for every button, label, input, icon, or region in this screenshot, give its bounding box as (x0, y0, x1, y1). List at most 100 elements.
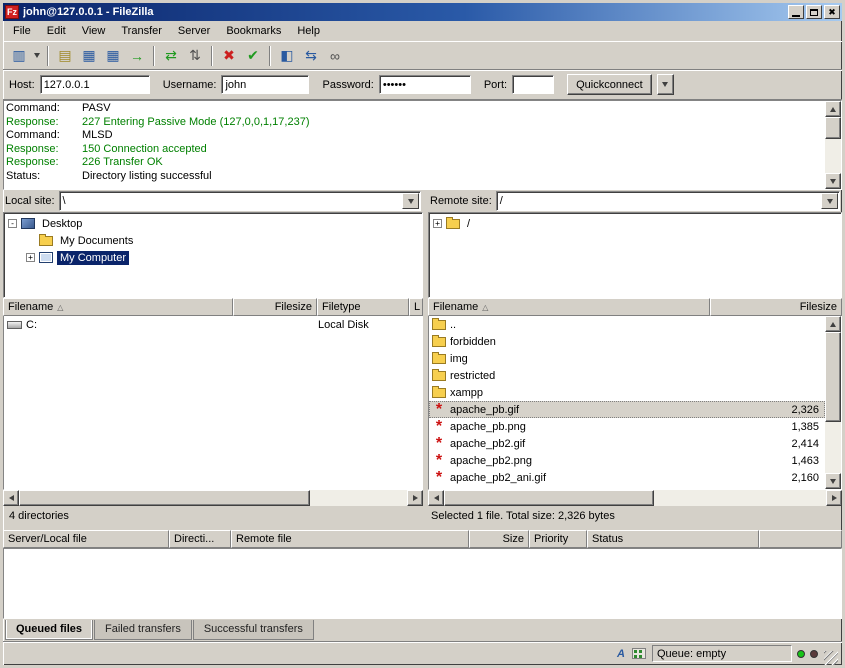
menu-file[interactable]: File (5, 22, 39, 40)
minimize-button[interactable] (788, 5, 804, 19)
menu-view[interactable]: View (74, 22, 114, 40)
menu-server[interactable]: Server (170, 22, 218, 40)
local-status-text: 4 directories (3, 510, 423, 522)
scroll-down-button[interactable] (825, 473, 841, 489)
table-row[interactable]: .. (429, 316, 825, 333)
table-row[interactable]: xampp (429, 384, 825, 401)
password-input[interactable] (379, 75, 471, 94)
find-files-icon[interactable]: ∞ (324, 45, 346, 67)
filename-cell: xampp (450, 387, 729, 399)
cancel-icon[interactable]: ✖ (218, 45, 240, 67)
port-input[interactable] (512, 75, 554, 94)
menu-bar: File Edit View Transfer Server Bookmarks… (3, 21, 842, 42)
filesize-cell: 2,414 (729, 438, 825, 450)
tree-item-my-documents[interactable]: My Documents (4, 232, 422, 249)
tree-expander[interactable]: + (26, 253, 35, 262)
combo-dropdown-button[interactable] (402, 193, 419, 209)
column-header-direction[interactable]: Directi... (169, 530, 231, 548)
table-row[interactable]: * apache_pb2.gif 2,414 (429, 435, 825, 452)
filter-icon[interactable]: ✔ (242, 45, 264, 67)
maximize-button[interactable] (806, 5, 822, 19)
scroll-thumb[interactable] (825, 332, 841, 422)
directory-comparison-icon[interactable]: ◧ (276, 45, 298, 67)
remote-horizontal-scrollbar[interactable] (428, 490, 842, 506)
table-row-selected[interactable]: * apache_pb.gif 2,326 (429, 401, 825, 418)
titlebar[interactable]: Fz john@127.0.0.1 - FileZilla ✖ (3, 3, 842, 21)
menu-transfer[interactable]: Transfer (113, 22, 170, 40)
menu-bookmarks[interactable]: Bookmarks (218, 22, 289, 40)
refresh-icon[interactable]: ⇄ (160, 45, 182, 67)
toggle-message-log-icon[interactable]: ▤ (54, 45, 76, 67)
scroll-left-button[interactable] (3, 490, 19, 506)
transfer-queue-list[interactable] (3, 548, 842, 619)
tree-expander[interactable]: - (8, 219, 17, 228)
remote-site-combobox[interactable]: / (496, 191, 840, 211)
host-input[interactable] (40, 75, 150, 94)
log-scrollbar[interactable] (825, 101, 841, 189)
scroll-up-button[interactable] (825, 101, 841, 117)
local-site-combobox[interactable]: \ (59, 191, 421, 211)
column-header-priority[interactable]: Priority (529, 530, 587, 548)
scroll-down-button[interactable] (825, 173, 841, 189)
table-row[interactable]: C: Local Disk (4, 316, 422, 333)
chevron-down-icon (34, 53, 40, 58)
table-row[interactable]: img (429, 350, 825, 367)
table-row[interactable]: forbidden (429, 333, 825, 350)
menu-edit[interactable]: Edit (39, 22, 74, 40)
table-row[interactable]: restricted (429, 367, 825, 384)
scroll-right-button[interactable] (826, 490, 842, 506)
tab-queued-files[interactable]: Queued files (5, 620, 93, 640)
toggle-queue-icon[interactable]: → (126, 45, 148, 67)
sync-browsing-icon[interactable]: ⇆ (300, 45, 322, 67)
scroll-up-button[interactable] (825, 316, 841, 332)
scroll-thumb[interactable] (444, 490, 654, 506)
maximize-icon (810, 9, 818, 16)
column-header-filename[interactable]: Filename△ (428, 298, 710, 316)
column-header-filesize[interactable]: Filesize (233, 298, 317, 316)
close-button[interactable]: ✖ (824, 5, 840, 19)
scroll-thumb[interactable] (825, 117, 841, 139)
toggle-local-tree-icon[interactable]: ▦ (78, 45, 100, 67)
site-manager-dropdown[interactable] (31, 45, 43, 67)
tree-item-desktop[interactable]: - Desktop (4, 215, 422, 232)
table-row[interactable]: * apache_pb2_ani.gif 2,160 (429, 469, 825, 486)
tree-item-label[interactable]: My Documents (57, 234, 136, 248)
filename-cell: apache_pb2.png (450, 455, 729, 467)
resize-grip[interactable] (824, 651, 838, 665)
username-input[interactable] (221, 75, 309, 94)
column-header-remote-file[interactable]: Remote file (231, 530, 469, 548)
arrow-right-icon (832, 495, 837, 501)
column-header-filetype[interactable]: Filetype (317, 298, 409, 316)
quickconnect-dropdown-button[interactable] (657, 74, 674, 95)
quickconnect-bar: Host: Username: Password: Port: Quickcon… (3, 70, 842, 100)
scroll-left-button[interactable] (428, 490, 444, 506)
tree-item-root[interactable]: + / (429, 215, 841, 232)
column-header-last-modified[interactable]: L (409, 298, 423, 316)
process-queue-icon[interactable]: ⇅ (184, 45, 206, 67)
table-row[interactable]: * apache_pb.png 1,385 (429, 418, 825, 435)
menu-help[interactable]: Help (289, 22, 328, 40)
local-horizontal-scrollbar[interactable] (3, 490, 423, 506)
tree-item-label[interactable]: Desktop (39, 217, 85, 231)
column-header-filename[interactable]: Filename△ (3, 298, 233, 316)
remote-list-scrollbar[interactable] (825, 316, 841, 489)
tree-expander[interactable]: + (433, 219, 442, 228)
tab-successful-transfers[interactable]: Successful transfers (193, 620, 314, 640)
table-row[interactable]: * apache_pb2.png 1,463 (429, 452, 825, 469)
scroll-right-button[interactable] (407, 490, 423, 506)
tab-failed-transfers[interactable]: Failed transfers (94, 620, 192, 640)
tree-item-my-computer[interactable]: + My Computer (4, 249, 422, 266)
scroll-thumb[interactable] (19, 490, 310, 506)
tree-item-label[interactable]: My Computer (57, 251, 129, 265)
site-manager-icon[interactable]: ▥ (8, 45, 30, 67)
toolbar-separator (153, 46, 155, 66)
combo-dropdown-button[interactable] (821, 193, 838, 209)
column-header-server-local-file[interactable]: Server/Local file (3, 530, 169, 548)
column-header-size[interactable]: Size (469, 530, 529, 548)
quickconnect-button[interactable]: Quickconnect (567, 74, 652, 95)
column-header-filesize[interactable]: Filesize (710, 298, 842, 316)
tree-item-label[interactable]: / (464, 217, 473, 231)
remote-site-label: Remote site: (430, 195, 492, 207)
toggle-remote-tree-icon[interactable]: ▦ (102, 45, 124, 67)
column-header-status[interactable]: Status (587, 530, 759, 548)
